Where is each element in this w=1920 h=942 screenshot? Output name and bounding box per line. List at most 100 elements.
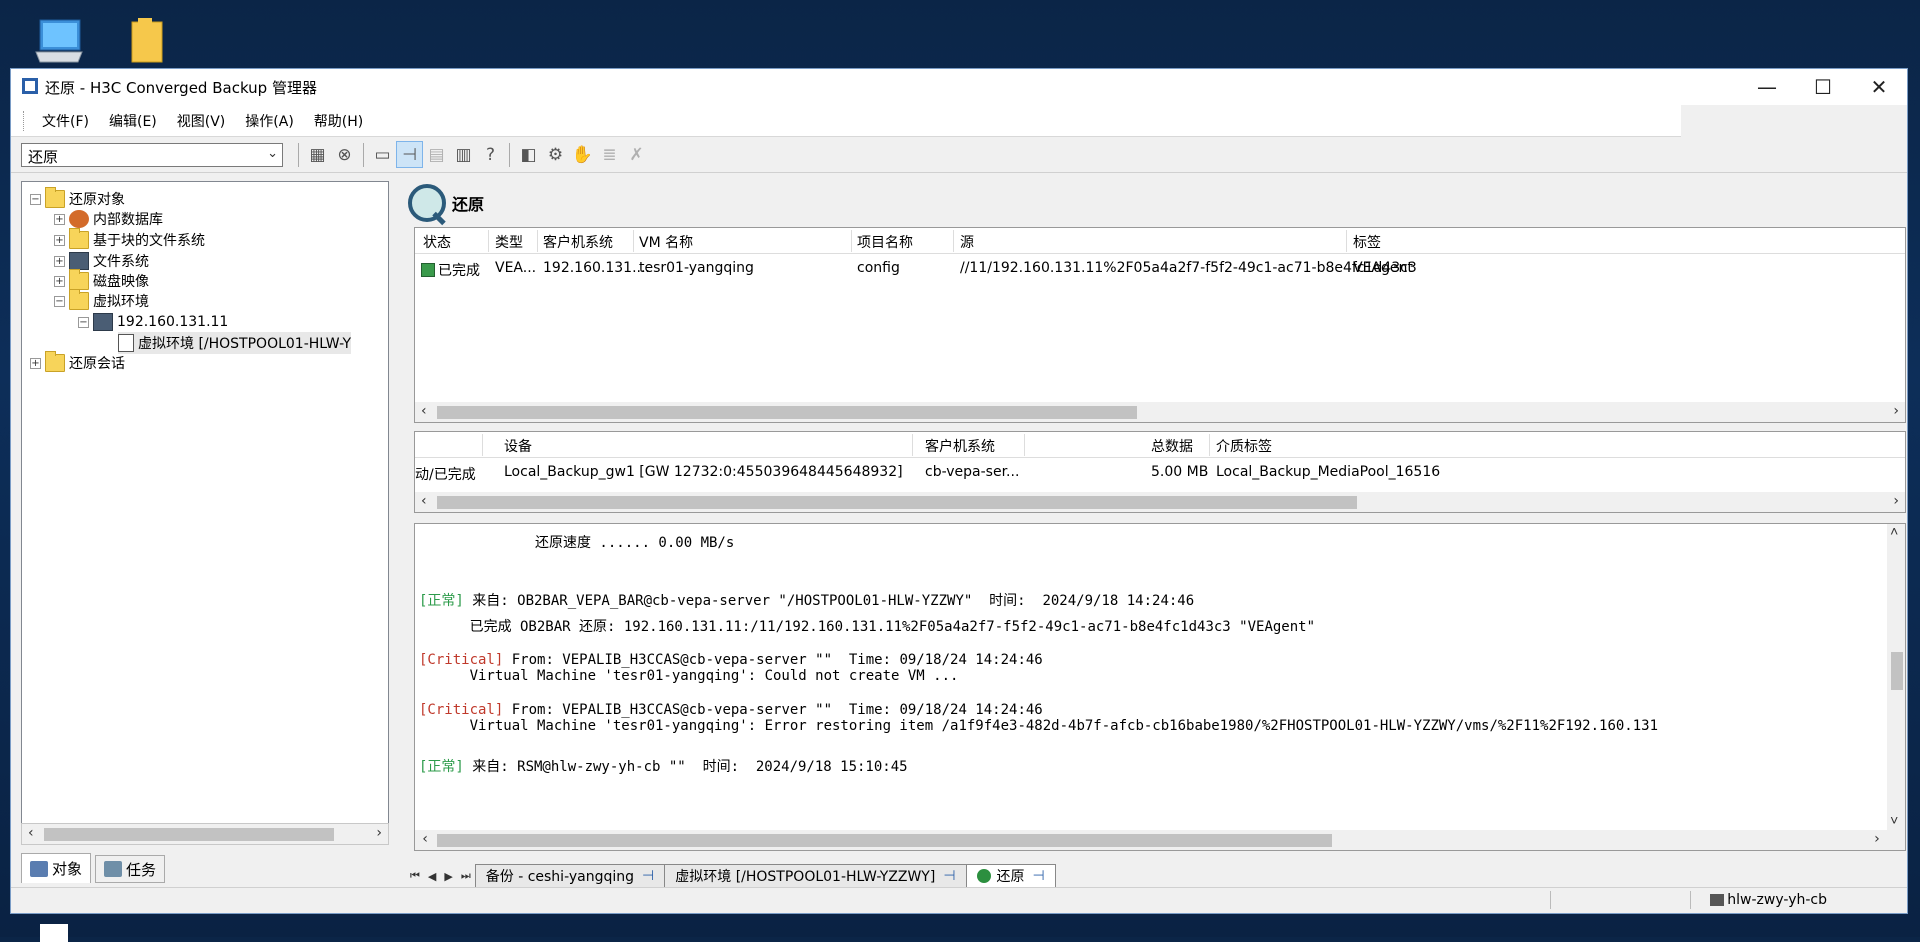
label-cell: VEAgent (1353, 260, 1413, 276)
scroll-left-icon[interactable]: ‹ (421, 831, 429, 847)
column-status[interactable]: 状态 (423, 232, 451, 252)
log-head-text: 来自: RSM@hlw-zwy-yh-cb "" 时间: 2024/9/18 1… (463, 759, 908, 775)
objects-horizontal-scrollbar[interactable]: ‹ › (415, 402, 1905, 422)
tree-label: 文件系统 (93, 254, 149, 270)
tree-label: 还原会话 (69, 356, 125, 372)
restore-title: 还原 (452, 195, 485, 214)
status-bar: hlw-zwy-yh-cb (11, 887, 1907, 913)
close-button[interactable]: ✕ (1851, 69, 1907, 105)
first-tab-icon[interactable]: ⏮ (410, 869, 420, 883)
tree-horizontal-scrollbar[interactable]: ‹ › (21, 823, 389, 845)
column-type[interactable]: 类型 (495, 232, 523, 252)
pin-icon[interactable]: ⊣ (943, 868, 955, 884)
tree-item-block-fs[interactable]: + 基于块的文件系统 (54, 228, 205, 251)
scroll-right-icon[interactable]: › (1893, 403, 1899, 419)
scroll-thumb[interactable] (44, 828, 334, 841)
expand-icon[interactable]: + (54, 255, 65, 267)
scroll-right-icon[interactable]: › (1893, 493, 1899, 509)
tab-restore[interactable]: 还原 ⊣ (965, 864, 1056, 888)
collapse-icon[interactable]: − (78, 316, 89, 328)
menu-actions[interactable]: 操作(A) (235, 111, 304, 131)
column-media-label[interactable]: 介质标签 (1216, 436, 1272, 456)
server-icon (1710, 894, 1725, 906)
scroll-left-icon[interactable]: ‹ (421, 493, 427, 509)
session-log: 还原速度 ...... 0.00 MB/s [正常] 来自: OB2BAR_VE… (414, 523, 1906, 851)
minimize-button[interactable]: — (1739, 69, 1795, 105)
scroll-thumb[interactable] (1891, 652, 1903, 690)
prev-tab-icon[interactable]: ◀ (428, 870, 436, 883)
column-client[interactable]: 客户机系统 (543, 232, 613, 252)
log-entry-head: [Critical] From: VEPALIB_H3CCAS@cb-vepa-… (419, 702, 1043, 718)
menu-view[interactable]: 视图(V) (167, 111, 236, 131)
log-vertical-scrollbar[interactable]: ˄ ˅ (1887, 524, 1905, 830)
column-total-data[interactable]: 总数据 (1151, 436, 1193, 456)
next-tab-icon[interactable]: ▶ (444, 870, 452, 883)
pin-icon[interactable]: ⊣ (642, 868, 654, 884)
settings-window-icon[interactable]: ⚙ (542, 141, 569, 168)
tab-objects[interactable]: 对象 (21, 853, 92, 883)
tree-item-virtual-env[interactable]: − 虚拟环境 (54, 289, 149, 312)
expand-icon[interactable]: + (30, 357, 41, 369)
expand-icon[interactable]: + (54, 234, 65, 246)
scroll-thumb[interactable] (437, 406, 1137, 419)
tab-label: 虚拟环境 [/HOSTPOOL01-HLW-YZZWY] (675, 869, 936, 885)
menu-file[interactable]: 文件(F) (32, 111, 99, 131)
devices-horizontal-scrollbar[interactable]: ‹ › (415, 492, 1905, 512)
delete-icon[interactable]: ✗ (623, 141, 650, 168)
context-select[interactable]: 还原 ⌄ (21, 142, 283, 167)
window-tile-icon[interactable]: ◧ (515, 141, 542, 168)
expand-icon[interactable]: + (54, 213, 65, 225)
folder-view-icon[interactable]: ▭ (369, 141, 396, 168)
last-tab-icon[interactable]: ⏭ (461, 869, 471, 883)
tab-backup-ceshi[interactable]: 备份 - ceshi-yangqing ⊣ (474, 864, 666, 888)
tree-item-virtual-env-host[interactable]: 虚拟环境 [/HOSTPOOL01-HLW-Y (118, 332, 352, 354)
stop-icon[interactable]: ⊗ (331, 141, 358, 168)
scroll-left-icon[interactable]: ‹ (421, 403, 427, 419)
restore-header: 还原 (408, 181, 484, 225)
tree-item-host[interactable]: − 192.160.131.11 (78, 311, 228, 333)
maximize-button[interactable]: ☐ (1795, 69, 1851, 105)
tree-item-restore-objects[interactable]: − 还原对象 (30, 187, 125, 210)
pin-icon[interactable]: ⊣ (1033, 868, 1045, 884)
status-separator (1550, 891, 1551, 909)
collapse-icon[interactable]: − (30, 193, 41, 205)
list-view-icon[interactable]: ▤ (423, 141, 450, 168)
pin-icon[interactable]: ⊣ (396, 141, 423, 168)
scroll-left-icon[interactable]: ‹ (28, 825, 34, 841)
tree-item-restore-sessions[interactable]: + 还原会话 (30, 351, 125, 374)
column-source[interactable]: 源 (960, 232, 974, 252)
column-vm-name[interactable]: VM 名称 (639, 232, 693, 252)
document-desktop-icon[interactable] (36, 922, 76, 942)
expand-icon[interactable]: + (54, 275, 65, 287)
connect-icon[interactable]: ▦ (304, 141, 331, 168)
column-client[interactable]: 客户机系统 (925, 436, 995, 456)
item-name-cell: config (857, 260, 900, 276)
folder-desktop-icon[interactable] (128, 18, 168, 66)
tree-item-internal-db[interactable]: + 内部数据库 (54, 208, 163, 230)
collapse-icon[interactable]: − (54, 295, 65, 307)
menu-edit[interactable]: 编辑(E) (99, 111, 167, 131)
log-entry-body: 已完成 OB2BAR 还原: 192.160.131.11:/11/192.16… (419, 619, 1316, 635)
scroll-up-icon[interactable]: ˄ (1890, 524, 1898, 541)
scroll-right-icon[interactable]: › (376, 825, 382, 841)
tasks-icon (104, 861, 123, 877)
device-cell: Local_Backup_gw1 [GW 12732:0:45503964844… (504, 464, 903, 480)
report-icon[interactable]: ≣ (596, 141, 623, 168)
menu-help[interactable]: 帮助(H) (304, 111, 373, 131)
this-pc-desktop-icon[interactable] (34, 18, 84, 66)
tab-virtual-env[interactable]: 虚拟环境 [/HOSTPOOL01-HLW-YZZWY] ⊣ (664, 864, 967, 888)
tab-tasks[interactable]: 任务 (95, 855, 166, 883)
scroll-thumb[interactable] (437, 496, 1357, 509)
column-item-name[interactable]: 项目名称 (857, 232, 913, 252)
scroll-down-icon[interactable]: ˅ (1890, 813, 1898, 830)
calendar-icon[interactable]: ▥ (450, 141, 477, 168)
column-label[interactable]: 标签 (1353, 232, 1381, 252)
scroll-right-icon[interactable]: › (1873, 831, 1881, 847)
restore-tab-icon (976, 869, 991, 883)
scroll-thumb[interactable] (437, 834, 1332, 847)
log-tag-normal: [正常] (419, 759, 464, 775)
hand-icon[interactable]: ✋ (569, 141, 596, 168)
help-icon[interactable]: ? (477, 141, 504, 168)
column-device[interactable]: 设备 (504, 436, 532, 456)
log-horizontal-scrollbar[interactable]: ‹ › (415, 830, 1905, 850)
